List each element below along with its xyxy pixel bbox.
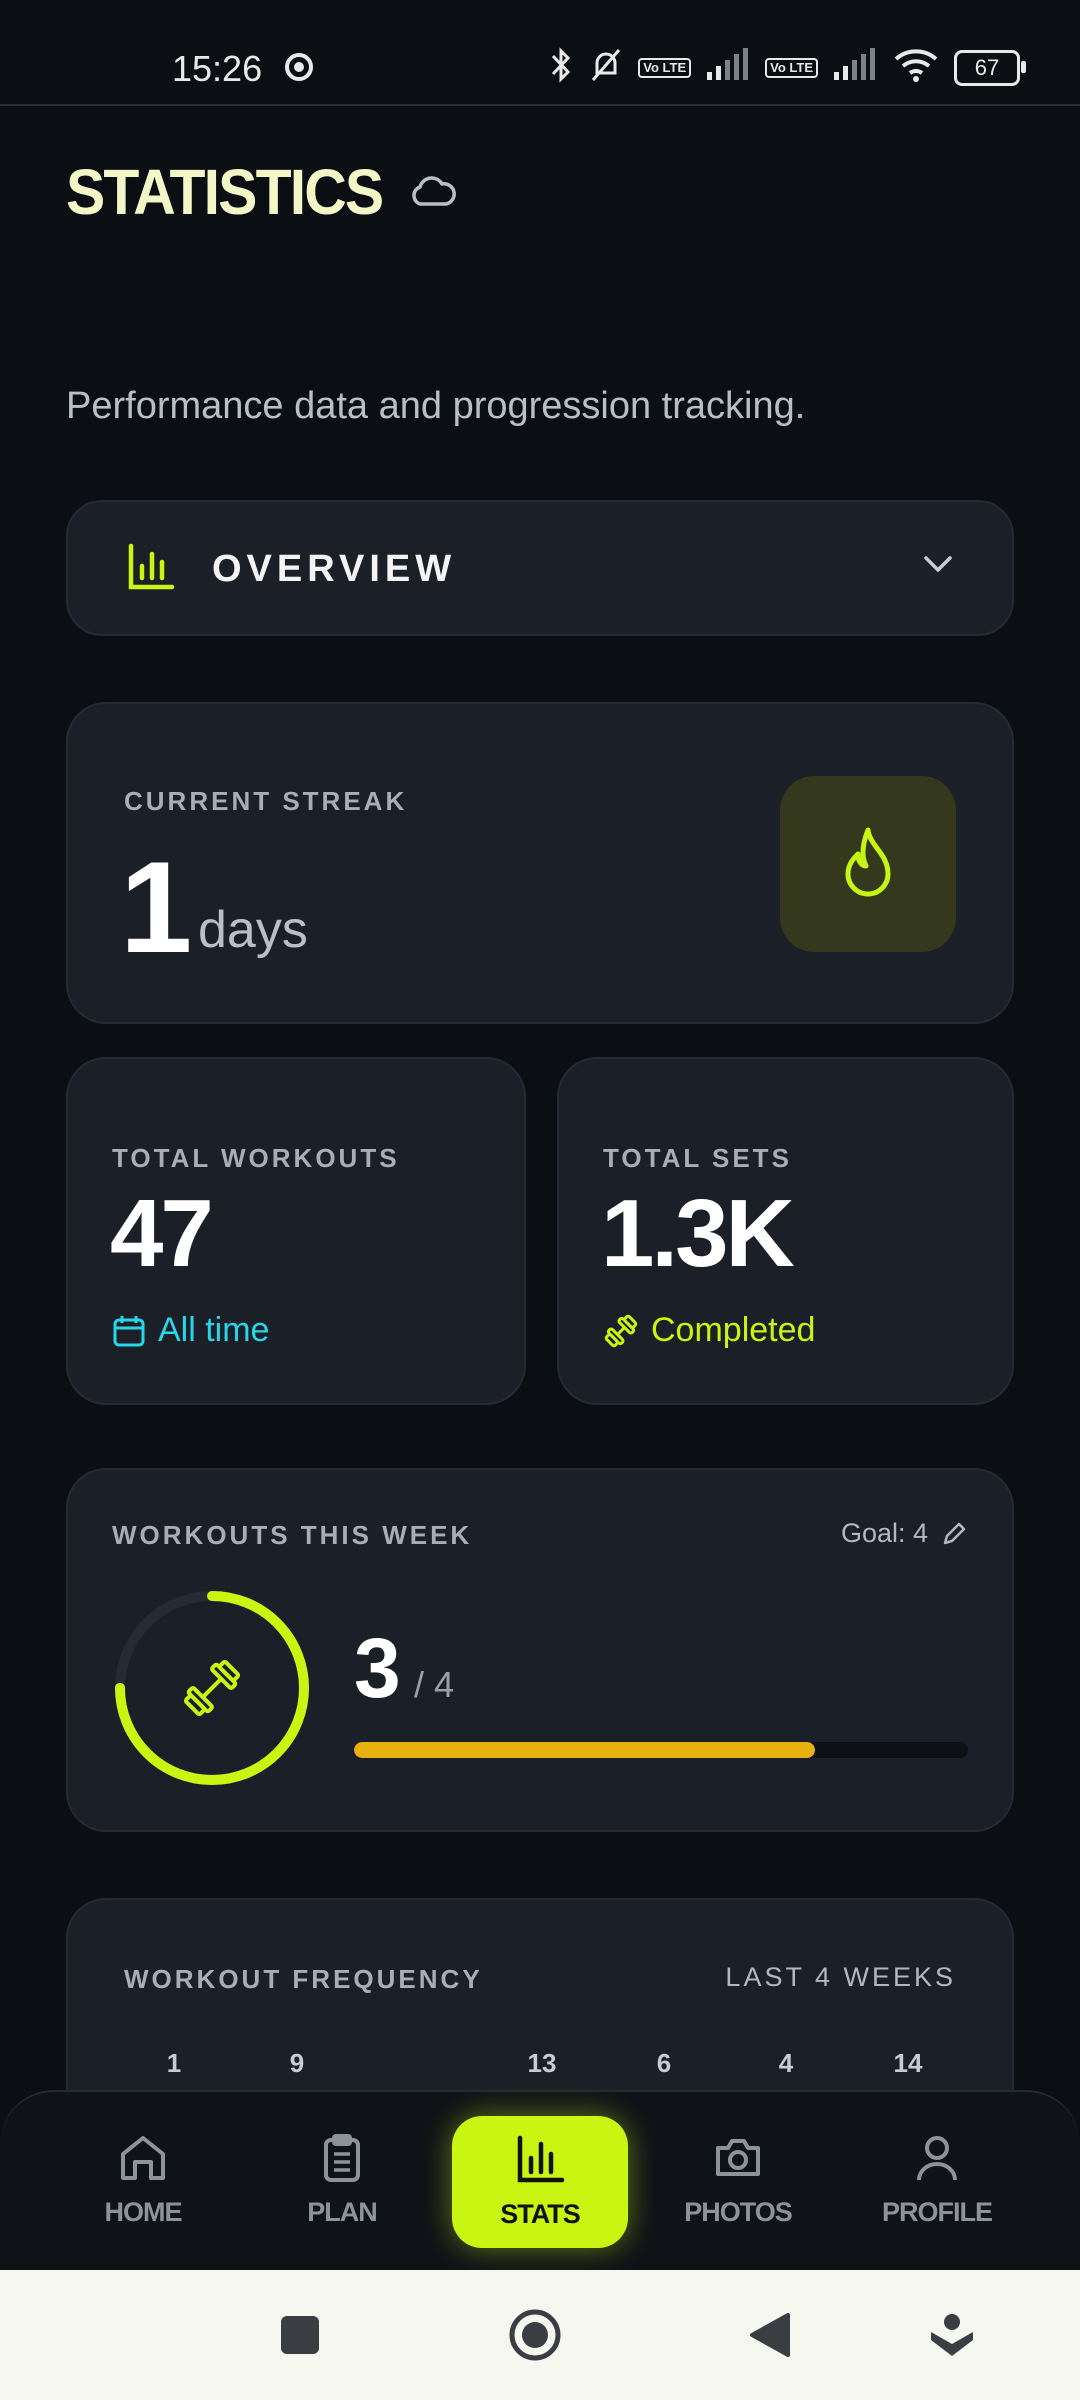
home-icon <box>121 2136 165 2180</box>
recents-button[interactable] <box>270 2270 330 2400</box>
total-workouts-card: TOTAL WORKOUTS 47 All time <box>66 1057 526 1405</box>
flame-icon <box>845 827 891 897</box>
current-streak-card: CURRENT STREAK 1 days <box>66 702 1014 1024</box>
streak-unit: days <box>198 901 308 959</box>
status-time: 15:26 <box>172 48 263 89</box>
section-label: OVERVIEW <box>212 548 457 590</box>
edit-goal-button[interactable]: Goal: 4 <box>841 1518 968 1549</box>
frequency-value: 1 <box>166 2048 182 2078</box>
clipboard-icon <box>324 2134 360 2182</box>
nav-plan-label: PLAN <box>307 2197 378 2227</box>
back-button[interactable] <box>740 2270 800 2400</box>
dumbbell-icon <box>604 1314 638 1347</box>
frequency-value: 14 <box>893 2048 923 2078</box>
volte-badge-1: Vo LTE <box>638 57 692 78</box>
page-title: STATISTICS <box>66 156 384 228</box>
bluetooth-icon <box>548 46 574 89</box>
signal-icon-1 <box>705 48 751 87</box>
bar-chart-icon <box>126 542 176 597</box>
weekly-progress-fill <box>354 1742 815 1758</box>
nav-profile-label: PROFILE <box>881 2197 993 2227</box>
status-bar: 15:26 Vo LTE Vo LTE 67 <box>0 0 1080 106</box>
wifi-icon <box>892 47 940 88</box>
total-sets-status: Completed <box>651 1311 816 1349</box>
frequency-value: 9 <box>289 2048 305 2078</box>
pencil-icon <box>943 1522 966 1544</box>
frequency-range[interactable]: LAST 4 WEEKS <box>725 1962 956 1993</box>
weekly-target: / 4 <box>414 1664 455 1705</box>
status-icons: Vo LTE Vo LTE 67 <box>548 46 1026 89</box>
nav-plan[interactable]: PLAN <box>262 2132 422 2228</box>
streak-value: 1 <box>120 834 193 980</box>
weekly-count: 3 <box>354 1621 401 1715</box>
total-sets-label: TOTAL SETS <box>603 1143 792 1173</box>
frequency-label: WORKOUT FREQUENCY <box>124 1964 483 1994</box>
weekly-progress-card: WORKOUTS THIS WEEK Goal: 4 3 / 4 <box>66 1468 1014 1832</box>
flame-badge <box>780 776 956 952</box>
frequency-value: 6 <box>656 2048 672 2078</box>
section-dropdown[interactable]: OVERVIEW <box>66 500 1014 636</box>
nav-stats[interactable]: STATS <box>452 2116 628 2248</box>
system-nav-bar <box>0 2270 1080 2400</box>
download-person-icon <box>931 2314 973 2356</box>
bar-chart-icon <box>517 2135 565 2183</box>
nav-home-label: HOME <box>104 2197 183 2227</box>
weekly-progress-ring <box>115 1591 309 1785</box>
camera-icon <box>716 2139 760 2176</box>
nav-home[interactable]: HOME <box>63 2132 223 2228</box>
cloud-sync-icon[interactable] <box>408 174 456 213</box>
frequency-value: 4 <box>778 2048 794 2078</box>
calendar-icon <box>113 1315 145 1346</box>
total-workouts-value: 47 <box>110 1180 214 1287</box>
nav-photos[interactable]: PHOTOS <box>658 2132 818 2228</box>
battery-indicator: 67 <box>954 49 1026 86</box>
weekly-label: WORKOUTS THIS WEEK <box>112 1520 473 1550</box>
chrome-notification-icon <box>284 52 314 87</box>
back-triangle-icon <box>750 2313 790 2357</box>
weekly-progress-bar <box>354 1742 968 1758</box>
streak-label: CURRENT STREAK <box>124 786 408 816</box>
total-sets-card: TOTAL SETS 1.3K Completed <box>557 1057 1014 1405</box>
total-sets-meta: Completed <box>603 1311 815 1350</box>
total-sets-value: 1.3K <box>601 1180 795 1287</box>
total-workouts-period: All time <box>158 1311 270 1349</box>
frequency-value: 13 <box>527 2048 557 2078</box>
home-button[interactable] <box>505 2270 565 2400</box>
signal-icon-2 <box>832 48 878 87</box>
total-workouts-meta: All time <box>112 1311 269 1350</box>
nav-photos-label: PHOTOS <box>684 2197 793 2227</box>
assistant-button[interactable] <box>922 2270 982 2400</box>
square-icon <box>281 2316 319 2354</box>
circle-home-icon <box>509 2309 561 2361</box>
total-workouts-label: TOTAL WORKOUTS <box>112 1143 400 1173</box>
nav-profile[interactable]: PROFILE <box>857 2132 1017 2228</box>
ring-dumbbell-icon <box>183 1659 241 1717</box>
page-subtitle: Performance data and progression trackin… <box>66 385 806 427</box>
volte-badge-2: Vo LTE <box>765 57 818 78</box>
chevron-down-icon <box>922 554 954 579</box>
bottom-nav: HOME PLAN STATS PHOTOS PROFILE <box>0 2090 1080 2272</box>
user-icon <box>917 2136 957 2181</box>
weekly-goal: Goal: 4 <box>840 1518 928 1548</box>
bell-muted-icon <box>588 46 624 89</box>
nav-stats-label: STATS <box>500 2199 581 2229</box>
